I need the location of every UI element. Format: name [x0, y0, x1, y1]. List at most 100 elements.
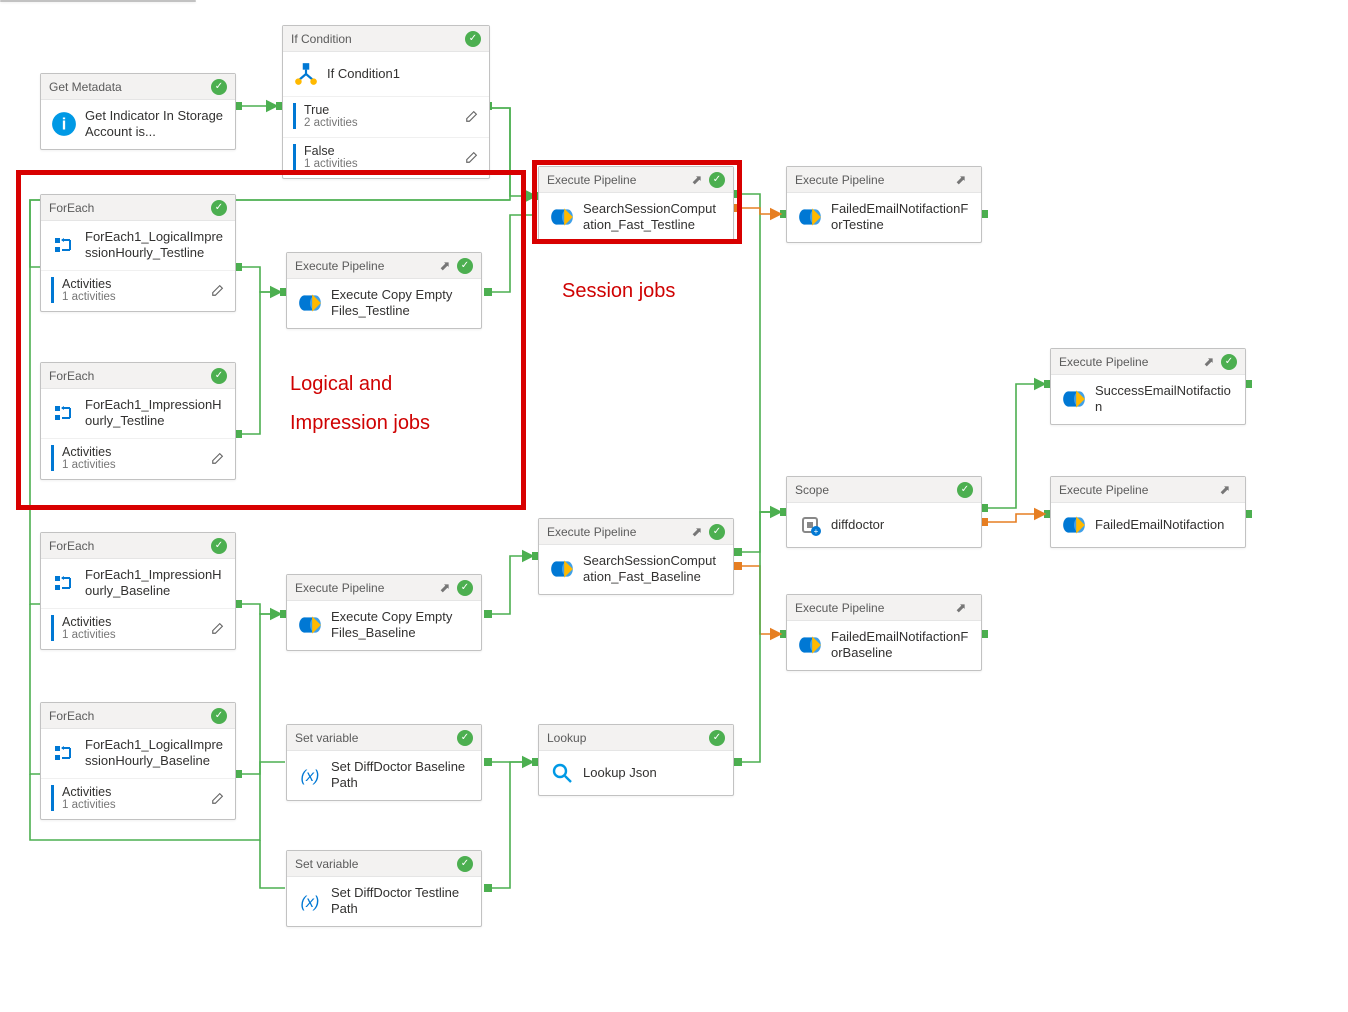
check-icon [457, 258, 473, 274]
expand-icon[interactable]: ⬈ [953, 600, 969, 616]
expand-icon[interactable]: ⬈ [437, 580, 453, 596]
activity-title: Execute Copy Empty Files_Baseline [331, 609, 471, 642]
activity-exec-pipeline-searchbase[interactable]: Execute Pipeline ⬈ SearchSessionComputat… [538, 518, 734, 595]
pipeline-icon [549, 204, 575, 230]
pencil-icon[interactable] [211, 451, 225, 465]
activities-row[interactable]: Activities 1 activities [41, 778, 235, 819]
activity-type-label: Execute Pipeline [1059, 483, 1217, 497]
activity-exec-pipeline-failedemail[interactable]: Execute Pipeline ⬈ FailedEmailNotifactio… [1050, 476, 1246, 548]
activity-title: ForEach1_ImpressionHourly_Baseline [85, 567, 225, 600]
activity-exec-pipeline-copytest[interactable]: Execute Pipeline ⬈ Execute Copy Empty Fi… [286, 252, 482, 329]
search-icon [549, 760, 575, 786]
pipeline-icon [297, 290, 323, 316]
activity-type-label: Lookup [547, 731, 709, 745]
loop-icon [51, 232, 77, 258]
check-icon [457, 730, 473, 746]
activity-scope-diffdoctor[interactable]: Scope + diffdoctor [786, 476, 982, 548]
activity-lookup-json[interactable]: Lookup Lookup Json [538, 724, 734, 796]
activity-title: SearchSessionComputation_Fast_Baseline [583, 553, 723, 586]
pipeline-icon [297, 612, 323, 638]
branch-row-false[interactable]: False 1 activities [283, 137, 489, 178]
loop-icon [51, 570, 77, 596]
activity-type-label: ForEach [49, 709, 211, 723]
activity-type-label: Set variable [295, 731, 457, 745]
activity-foreach-logical-baseline[interactable]: ForEach ForEach1_LogicalImpressionHourly… [40, 702, 236, 820]
activity-title: If Condition1 [327, 66, 400, 82]
activity-title: diffdoctor [831, 517, 884, 533]
check-icon [1221, 354, 1237, 370]
activity-type-label: Execute Pipeline [1059, 355, 1201, 369]
svg-text:(x): (x) [301, 894, 320, 911]
activities-row[interactable]: Activities 1 activities [41, 608, 235, 649]
expand-icon[interactable]: ⬈ [1217, 482, 1233, 498]
activity-exec-pipeline-failbase[interactable]: Execute Pipeline ⬈ FailedEmailNotifactio… [786, 594, 982, 671]
activity-setvar-baseline[interactable]: Set variable (x) Set DiffDoctor Baseline… [286, 724, 482, 801]
pencil-icon[interactable] [211, 283, 225, 297]
activity-type-label: Execute Pipeline [547, 525, 689, 539]
activity-title: FailedEmailNotifactionForTestine [831, 201, 971, 234]
activity-title: Get Indicator In Storage Account is... [85, 108, 225, 141]
activity-exec-pipeline-failtest[interactable]: Execute Pipeline ⬈ FailedEmailNotifactio… [786, 166, 982, 243]
annotation-label: Logical and [290, 373, 392, 396]
activity-title: ForEach1_LogicalImpressionHourly_Testlin… [85, 229, 225, 262]
expand-icon[interactable]: ⬈ [953, 172, 969, 188]
loop-icon [51, 740, 77, 766]
activity-title: Set DiffDoctor Testline Path [331, 885, 471, 918]
loop-icon [51, 400, 77, 426]
activity-setvar-testline[interactable]: Set variable (x) Set DiffDoctor Testline… [286, 850, 482, 927]
annotation-label: Impression jobs [290, 412, 430, 435]
chip-icon: + [797, 512, 823, 538]
check-icon [457, 580, 473, 596]
activity-type-label: Execute Pipeline [795, 173, 953, 187]
pencil-icon[interactable] [465, 109, 479, 123]
expand-icon[interactable]: ⬈ [1201, 354, 1217, 370]
activity-title: Lookup Json [583, 765, 657, 781]
svg-text:+: + [814, 527, 819, 536]
pipeline-icon [549, 556, 575, 582]
activity-if-condition[interactable]: If Condition If Condition1 True 2 activi… [282, 25, 490, 179]
expand-icon[interactable]: ⬈ [437, 258, 453, 274]
activity-type-label: ForEach [49, 201, 211, 215]
check-icon [957, 482, 973, 498]
activity-title: ForEach1_LogicalImpressionHourly_Baselin… [85, 737, 225, 770]
activity-title: ForEach1_ImpressionHourly_Testline [85, 397, 225, 430]
pencil-icon[interactable] [211, 791, 225, 805]
check-icon [465, 31, 481, 47]
pencil-icon[interactable] [465, 150, 479, 164]
branch-icon [293, 61, 319, 87]
pipeline-icon [797, 204, 823, 230]
activity-exec-pipeline-searchtest[interactable]: Execute Pipeline ⬈ SearchSessionComputat… [538, 166, 734, 243]
pipeline-icon [1061, 386, 1087, 412]
activity-exec-pipeline-successemail[interactable]: Execute Pipeline ⬈ SuccessEmailNotifacti… [1050, 348, 1246, 425]
annotation-label: Session jobs [562, 280, 675, 303]
activity-title: SuccessEmailNotifaction [1095, 383, 1235, 416]
check-icon [211, 79, 227, 95]
expand-icon[interactable]: ⬈ [689, 172, 705, 188]
activity-type-label: ForEach [49, 369, 211, 383]
activities-row[interactable]: Activities 1 activities [41, 438, 235, 479]
activities-row[interactable]: Activities 1 activities [41, 270, 235, 311]
expand-icon[interactable]: ⬈ [689, 524, 705, 540]
check-icon [709, 730, 725, 746]
activity-foreach-logical-testline[interactable]: ForEach ForEach1_LogicalImpressionHourly… [40, 194, 236, 312]
activity-type-label: Scope [795, 483, 957, 497]
activity-type-label: Execute Pipeline [295, 581, 437, 595]
check-icon [211, 708, 227, 724]
branch-row-true[interactable]: True 2 activities [283, 96, 489, 137]
svg-text:i: i [62, 116, 67, 134]
activity-setvar-baseline[interactable] [0, 0, 196, 2]
activity-foreach-impression-testline[interactable]: ForEach ForEach1_ImpressionHourly_Testli… [40, 362, 236, 480]
activity-get-metadata[interactable]: Get Metadata i Get Indicator In Storage … [40, 73, 236, 150]
check-icon [709, 524, 725, 540]
check-icon [211, 538, 227, 554]
activity-title: FailedEmailNotifaction [1095, 517, 1224, 533]
activity-exec-pipeline-copybase[interactable]: Execute Pipeline ⬈ Execute Copy Empty Fi… [286, 574, 482, 651]
activity-type-label: Execute Pipeline [295, 259, 437, 273]
activity-title: SearchSessionComputation_Fast_Testline [583, 201, 723, 234]
pipeline-canvas[interactable]: Get Metadata i Get Indicator In Storage … [0, 0, 1348, 1012]
check-icon [211, 368, 227, 384]
activity-type-label: Set variable [295, 857, 457, 871]
pencil-icon[interactable] [211, 621, 225, 635]
check-icon [457, 856, 473, 872]
activity-foreach-impression-baseline[interactable]: ForEach ForEach1_ImpressionHourly_Baseli… [40, 532, 236, 650]
